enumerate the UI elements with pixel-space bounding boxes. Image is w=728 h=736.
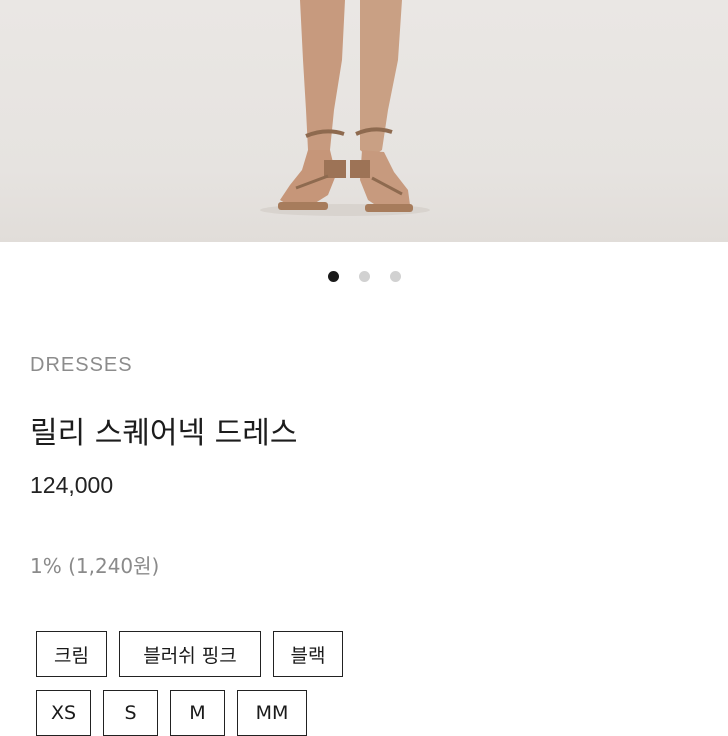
size-option-xs[interactable]: XS [36, 690, 91, 736]
carousel-dot-1[interactable] [327, 271, 339, 282]
color-option-blush-pink[interactable]: 블러쉬 핑크 [119, 631, 261, 677]
sandals-illustration [260, 0, 430, 216]
product-title: 릴리 스퀘어넥 드레스 [30, 416, 298, 451]
product-photo[interactable] [0, 0, 728, 242]
product-price: 124,000 [30, 472, 114, 498]
color-option-black[interactable]: 블랙 [273, 631, 343, 677]
size-option-mm[interactable]: MM [237, 690, 307, 736]
carousel-dot-3[interactable] [389, 271, 401, 282]
product-category[interactable]: DRESSES [30, 354, 133, 377]
size-option-m[interactable]: M [170, 690, 225, 736]
carousel-indicator [0, 271, 728, 282]
size-option-s[interactable]: S [103, 690, 158, 736]
reward-points: 1% (1,240원) [30, 554, 160, 578]
color-options: 크림 블러쉬 핑크 블랙 [36, 631, 343, 677]
carousel-dot-2[interactable] [358, 271, 370, 282]
size-options: XS S M MM [36, 690, 307, 736]
color-option-cream[interactable]: 크림 [36, 631, 107, 677]
